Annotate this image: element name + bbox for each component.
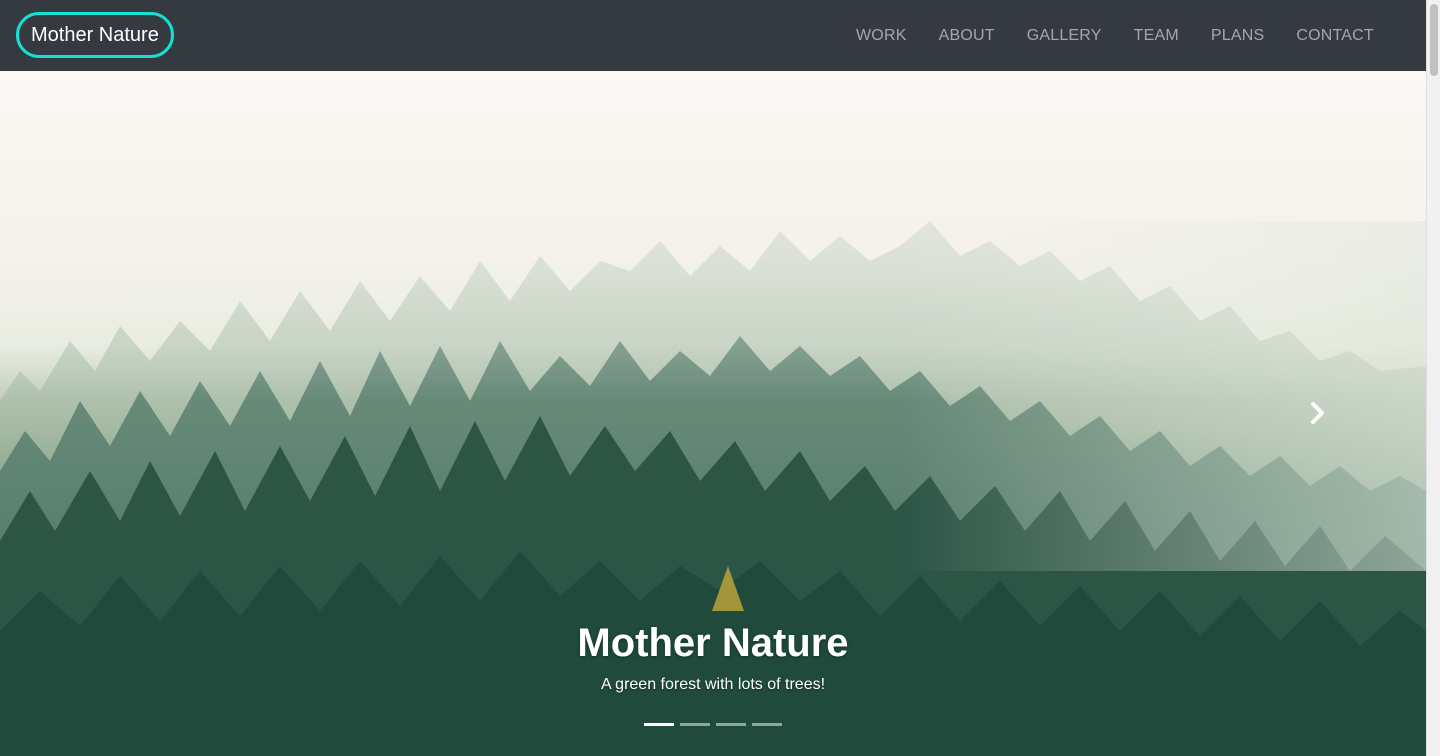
nav-links: WORK ABOUT GALLERY TEAM PLANS CONTACT	[840, 0, 1390, 71]
scrollbar-thumb[interactable]	[1430, 4, 1438, 76]
nav-link-about[interactable]: ABOUT	[923, 27, 1011, 45]
carousel-indicator-4[interactable]	[752, 723, 782, 726]
nav-link-team[interactable]: TEAM	[1118, 27, 1195, 45]
chevron-right-icon[interactable]	[1300, 397, 1336, 429]
carousel-caption-subtitle: A green forest with lots of trees!	[600, 676, 826, 693]
carousel-indicators	[644, 723, 782, 726]
hero-carousel: Mother Nature A green forest with lots o…	[0, 71, 1426, 756]
carousel-indicator-1[interactable]	[644, 723, 674, 726]
nav-link-gallery[interactable]: GALLERY	[1011, 27, 1118, 45]
nav-link-plans[interactable]: PLANS	[1195, 27, 1280, 45]
nav-link-work[interactable]: WORK	[840, 27, 923, 45]
page-scrollbar[interactable]	[1426, 0, 1440, 756]
navbar: Mother Nature WORK ABOUT GALLERY TEAM PL…	[0, 0, 1426, 71]
brand-logo-button[interactable]: Mother Nature	[16, 12, 174, 58]
carousel-indicator-2[interactable]	[680, 723, 710, 726]
carousel-indicator-3[interactable]	[716, 723, 746, 726]
carousel-caption-title: Mother Nature	[577, 621, 849, 665]
nav-link-contact[interactable]: CONTACT	[1280, 27, 1390, 45]
